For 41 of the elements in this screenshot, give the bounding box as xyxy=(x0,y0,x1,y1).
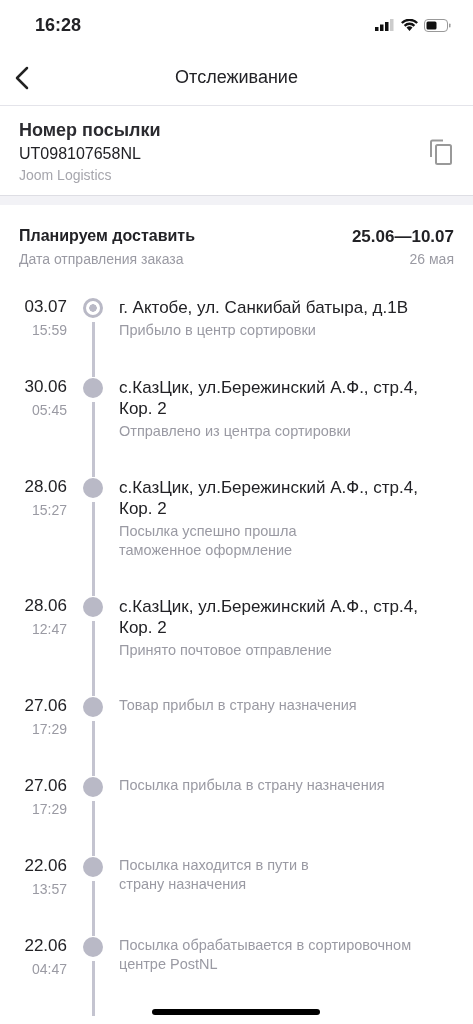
delivery-range: 25.06—10.07 xyxy=(351,227,454,247)
event-status: Отправлено из центра сортировки xyxy=(119,422,352,441)
event-date: 22.06 xyxy=(24,936,67,956)
event-status: Прибыло в центр сортировки xyxy=(119,321,317,340)
event-status: Посылка находится в пути в страну назначения xyxy=(119,856,310,894)
event-status: Посылка прибыла в страну назначения xyxy=(119,776,386,795)
event-time: 17:29 xyxy=(31,800,67,818)
event-address: г. Актобе, ул. Санкибай батыра, д.1В xyxy=(119,297,410,318)
event-time: 05:45 xyxy=(31,401,67,419)
copy-button[interactable] xyxy=(429,138,453,165)
battery-icon xyxy=(424,18,451,32)
parcel-label: Номер посылки xyxy=(19,120,161,141)
event-date: 27.06 xyxy=(24,776,67,796)
event-address: с.КазЦик, ул.Бережинский А.Ф., стр.4, Кор. 2 xyxy=(119,596,419,638)
event-time: 12:47 xyxy=(31,620,67,638)
status-time: 16:28 xyxy=(35,14,82,36)
sent-date: 26 мая xyxy=(408,251,454,267)
tracking-number: UT098107658NL xyxy=(19,145,142,163)
event-date: 03.07 xyxy=(24,297,67,317)
event-date: 28.06 xyxy=(24,596,67,616)
carrier-name: Joom Logistics xyxy=(19,167,113,183)
event-address: с.КазЦик, ул.Бережинский А.Ф., стр.4, Кор. 2 xyxy=(119,377,419,419)
wifi-icon xyxy=(401,19,418,31)
screen-title: Отслеживание xyxy=(175,67,298,88)
event-date: 30.06 xyxy=(24,377,67,397)
sent-label: Дата отправления заказа xyxy=(19,251,185,267)
event-time: 04:47 xyxy=(31,960,67,978)
event-date: 27.06 xyxy=(24,696,67,716)
event-date: 22.06 xyxy=(24,856,67,876)
event-status: Товар прибыл в страну назначения xyxy=(119,696,358,715)
event-status: Посылка успешно прошла таможенное оформление xyxy=(119,522,298,560)
event-status: Принято почтовое отправление xyxy=(119,641,333,660)
event-time: 15:59 xyxy=(31,321,67,339)
event-time: 17:29 xyxy=(31,720,67,738)
delivery-label: Планируем доставить xyxy=(19,227,196,246)
signal-icon xyxy=(375,19,395,31)
event-time: 13:57 xyxy=(31,880,67,898)
event-date: 28.06 xyxy=(24,477,67,497)
event-time: 15:27 xyxy=(31,501,67,519)
event-status: Посылка обрабатывается в сортировочном центре PostNL xyxy=(119,936,413,974)
event-address: с.КазЦик, ул.Бережинский А.Ф., стр.4, Кор. 2 xyxy=(119,477,419,519)
